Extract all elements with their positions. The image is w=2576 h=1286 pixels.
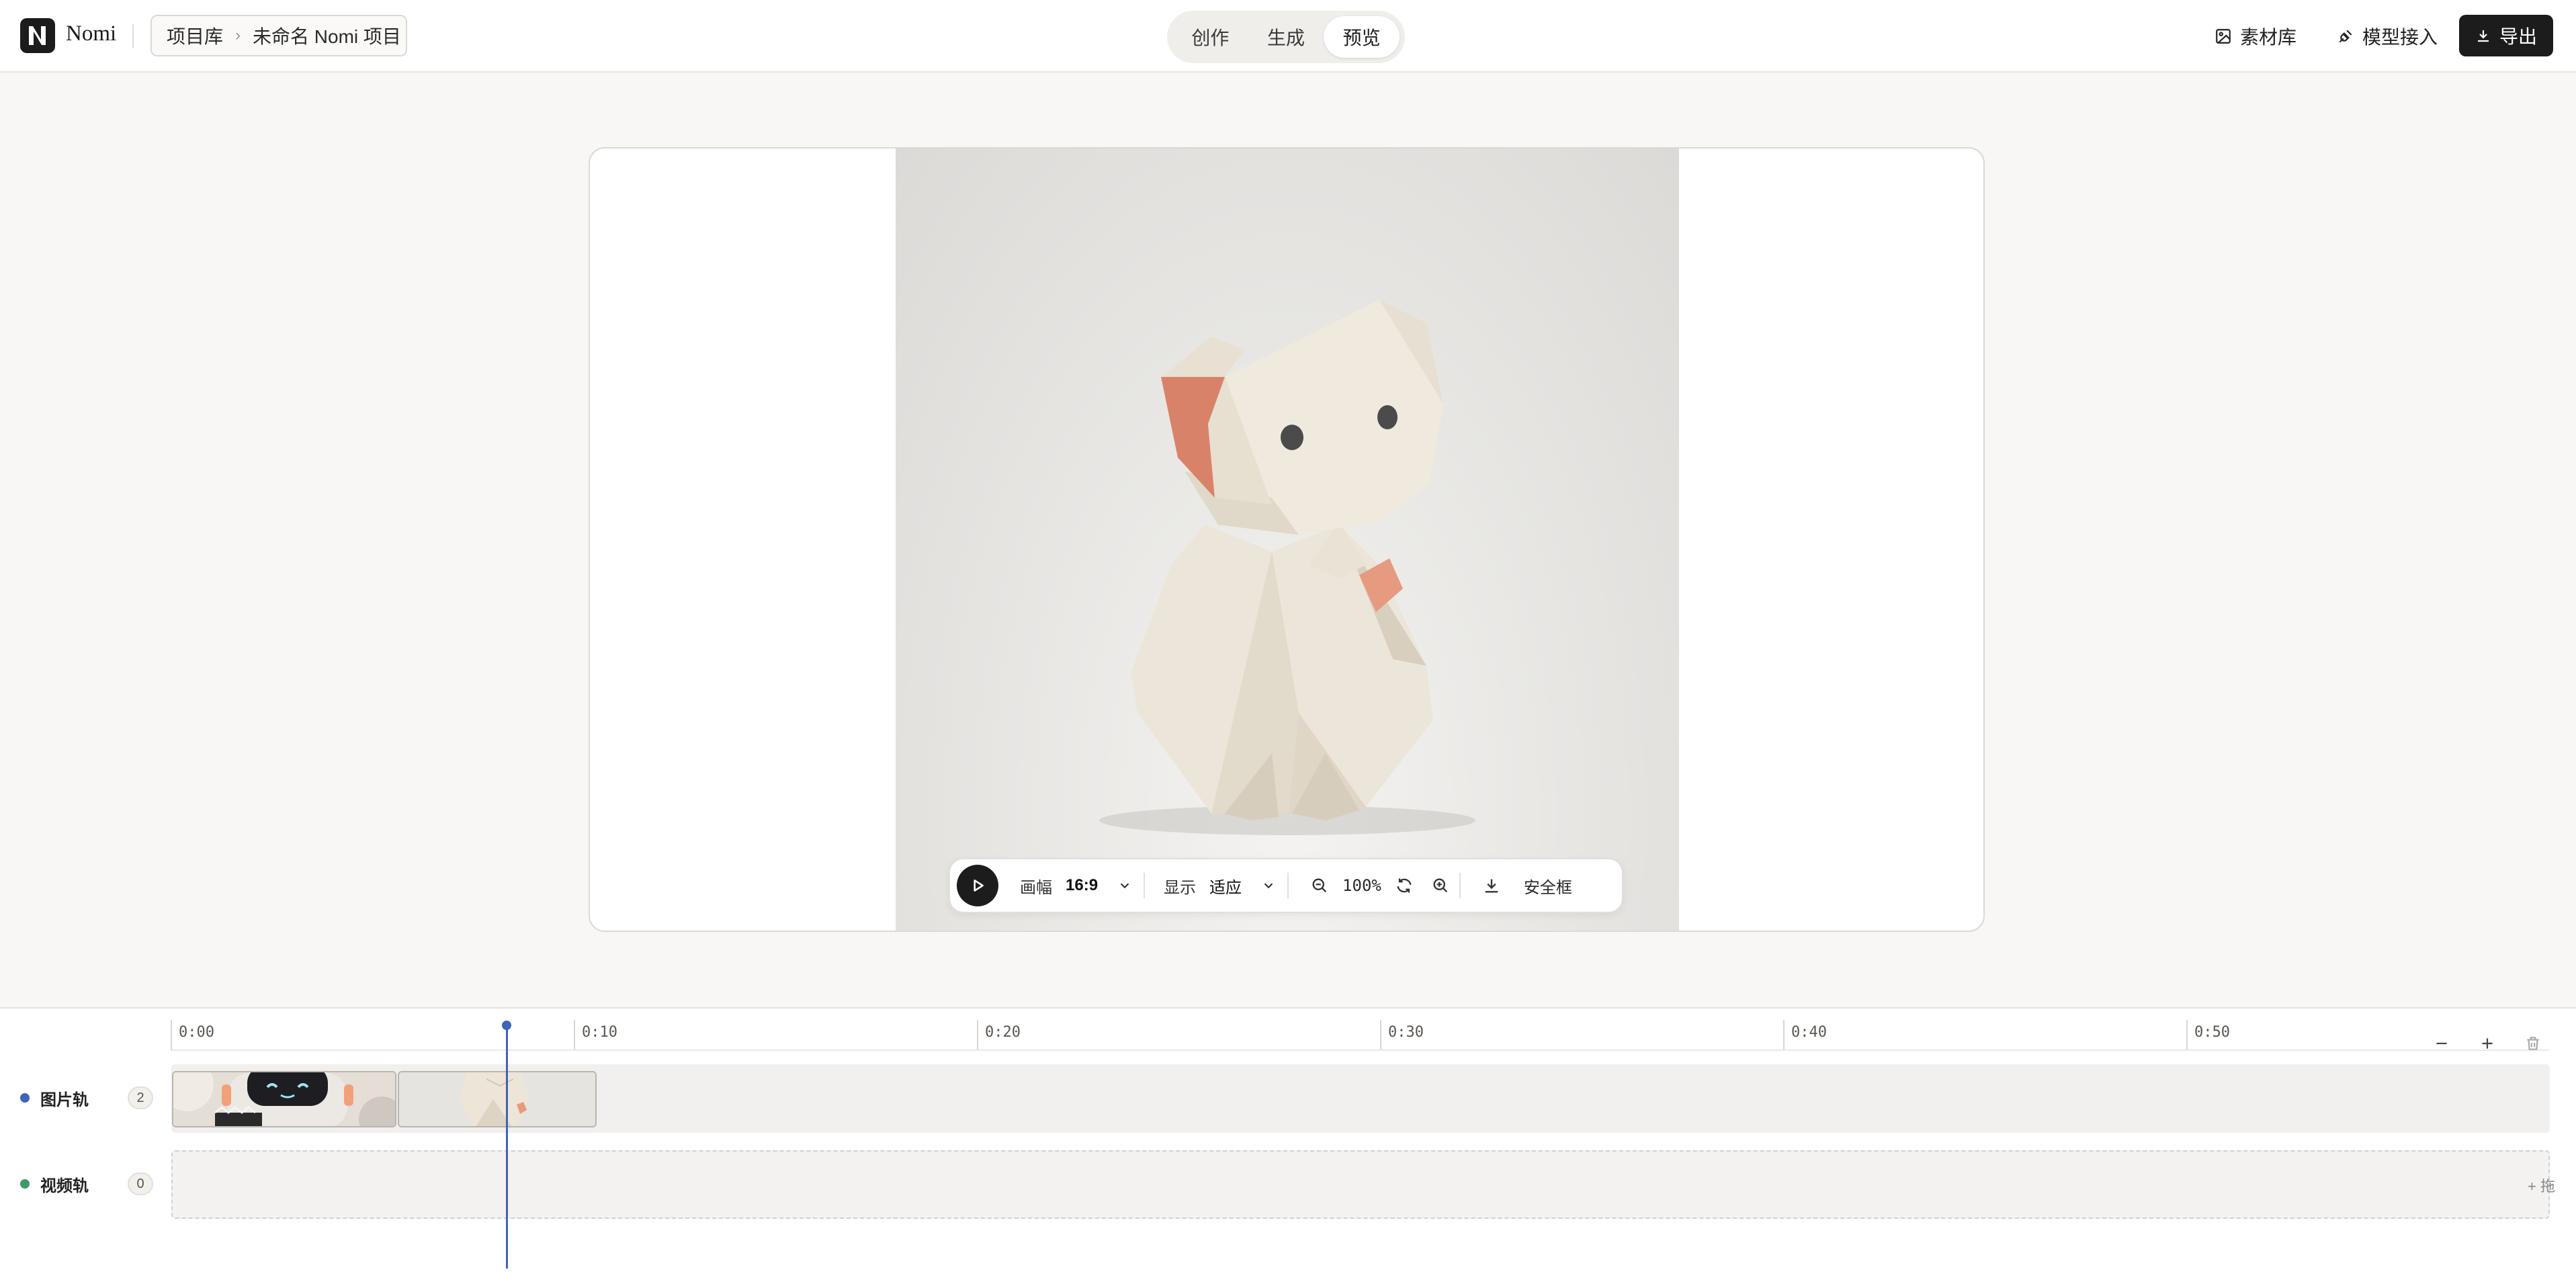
timeline-zoom-in-button[interactable] xyxy=(2475,1031,2499,1056)
app-name: Nomi xyxy=(66,22,117,46)
image-track-name: 图片轨 xyxy=(40,1090,89,1109)
timeline-delete-button[interactable] xyxy=(2521,1031,2545,1056)
ruler-tick-label: 0:20 xyxy=(985,1024,1021,1041)
safe-frame-toggle[interactable]: 安全框 xyxy=(1524,874,1572,898)
preview-canvas xyxy=(589,147,1985,932)
image-track-count: 2 xyxy=(128,1086,153,1109)
minus-icon xyxy=(2436,1042,2447,1045)
export-label: 导出 xyxy=(2499,26,2537,47)
track-label-image: 图片轨 xyxy=(20,1084,89,1111)
display-mode-value[interactable]: 适应 xyxy=(1209,874,1242,898)
canvas-ratio-value[interactable]: 16:9 xyxy=(1066,876,1098,895)
breadcrumb: 项目库 › 未命名 Nomi 项目 xyxy=(151,15,407,56)
ruler-tick xyxy=(1380,1020,1381,1049)
breadcrumb-root[interactable]: 项目库 xyxy=(167,22,223,49)
plus-icon xyxy=(2482,1038,2493,1049)
preview-frame-image xyxy=(896,148,1679,931)
clip-thumbnail-robot xyxy=(173,1072,395,1126)
logo-mark-icon xyxy=(29,26,46,45)
app-logo[interactable] xyxy=(20,18,55,53)
video-track-dot xyxy=(20,1179,30,1189)
model-integration-button[interactable]: 模型接入 xyxy=(2337,17,2438,55)
tab-generate[interactable]: 生成 xyxy=(1248,16,1324,58)
timeline-clip[interactable] xyxy=(172,1071,396,1127)
ruler-tick-label: 0:30 xyxy=(1388,1024,1424,1041)
ruler-tick xyxy=(2186,1020,2188,1049)
breadcrumb-current-project[interactable]: 未命名 Nomi 项目 xyxy=(253,22,401,49)
video-track-count: 0 xyxy=(128,1172,153,1195)
breadcrumb-separator: › xyxy=(235,26,241,44)
tab-create[interactable]: 创作 xyxy=(1172,16,1248,58)
mode-tabs: 创作 生成 预览 xyxy=(1167,11,1405,63)
chevron-down-icon[interactable] xyxy=(1113,873,1137,898)
display-mode-label: 显示 xyxy=(1164,878,1197,897)
controls-divider xyxy=(1287,873,1289,898)
playhead-line[interactable] xyxy=(506,1025,508,1269)
timeline-ruler[interactable] xyxy=(171,1020,2549,1051)
chevron-down-icon[interactable] xyxy=(1256,873,1281,898)
track-label-video: 视频轨 xyxy=(20,1170,89,1197)
clip-thumbnail-origami xyxy=(399,1072,595,1126)
controls-divider xyxy=(1459,873,1461,898)
image-track-dot xyxy=(20,1093,30,1103)
zoom-out-icon[interactable] xyxy=(1307,873,1332,898)
zoom-in-icon[interactable] xyxy=(1428,873,1453,898)
trash-icon xyxy=(2527,1037,2539,1050)
preview-controls-bar: 画幅 16:9 显示 适应 100% 安全框 xyxy=(949,858,1623,913)
timeline-zoom-out-button[interactable] xyxy=(2430,1031,2454,1056)
ruler-tick xyxy=(1783,1020,1785,1049)
ruler-tick-label: 0:10 xyxy=(582,1024,617,1041)
ruler-tick xyxy=(171,1020,172,1049)
timeline-clip[interactable] xyxy=(398,1071,597,1127)
download-icon xyxy=(2477,30,2489,42)
image-icon xyxy=(2216,29,2231,44)
controls-divider xyxy=(1144,873,1146,898)
ruler-tick-label: 0:00 xyxy=(179,1024,214,1041)
video-track-add-hint[interactable]: + 拖 xyxy=(2528,1174,2555,1196)
ruler-tick-label: 0:50 xyxy=(2194,1024,2230,1041)
assets-library-button[interactable]: 素材库 xyxy=(2215,17,2296,55)
download-icon[interactable] xyxy=(1479,873,1504,898)
assets-library-label: 素材库 xyxy=(2240,27,2297,48)
ruler-tick xyxy=(574,1020,575,1049)
header-divider xyxy=(132,24,134,48)
ruler-tick xyxy=(977,1020,978,1049)
play-icon xyxy=(974,880,984,892)
video-track-name: 视频轨 xyxy=(40,1176,89,1195)
play-button[interactable] xyxy=(957,865,998,906)
model-integration-label: 模型接入 xyxy=(2362,27,2438,48)
ruler-tick-label: 0:40 xyxy=(1791,1024,1827,1041)
zoom-level: 100% xyxy=(1342,876,1381,895)
export-button[interactable]: 导出 xyxy=(2459,15,2553,56)
canvas-ratio-label: 画幅 xyxy=(1020,878,1052,897)
video-track-lane[interactable] xyxy=(171,1150,2550,1219)
plug-icon xyxy=(2339,30,2352,43)
tab-preview[interactable]: 预览 xyxy=(1324,16,1400,58)
origami-figure-illustration xyxy=(1099,300,1475,835)
refresh-icon[interactable] xyxy=(1392,873,1416,898)
